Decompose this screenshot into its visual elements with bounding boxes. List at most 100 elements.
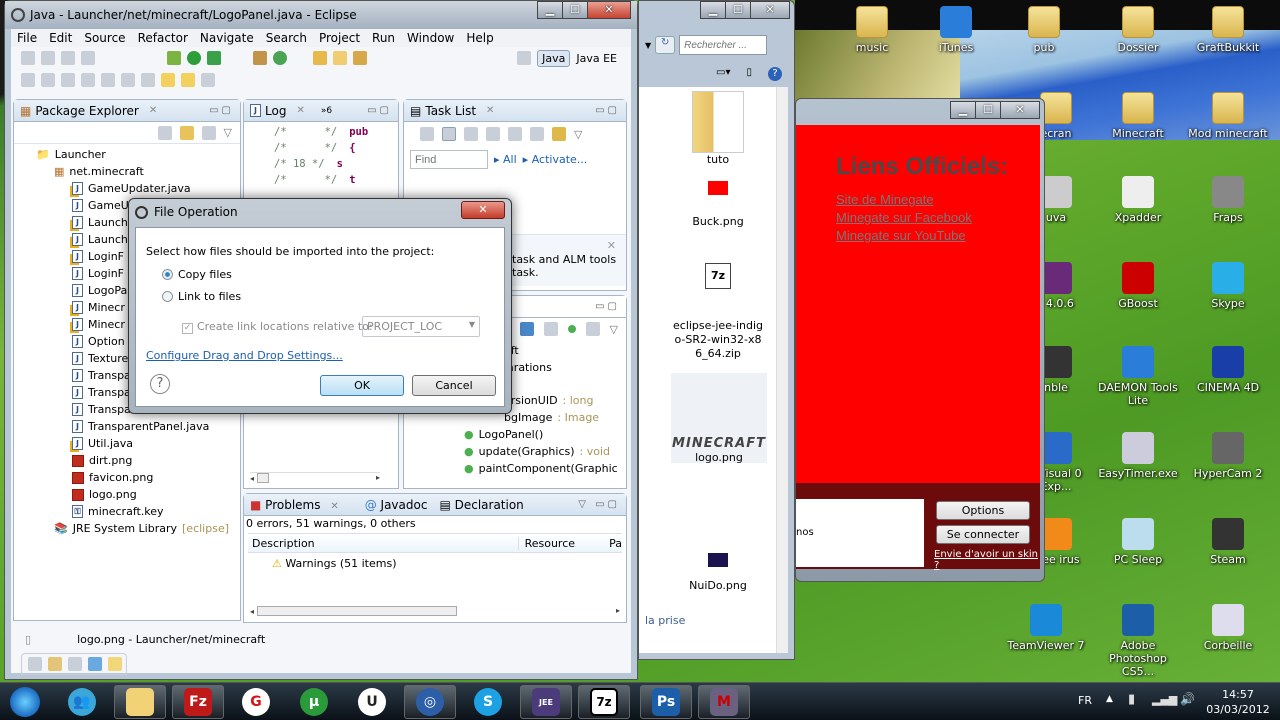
desktop-icon[interactable]: Corbeille [1188, 604, 1268, 652]
balloons-icon[interactable] [88, 657, 102, 671]
explorer-scrollbar[interactable] [776, 87, 788, 653]
chart-icon[interactable] [68, 657, 82, 671]
hide-fields-icon[interactable] [519, 322, 534, 336]
tree-jre-library[interactable]: 📚 JRE System Library [eclipse] [36, 520, 240, 537]
file-eclipse-zip[interactable]: 7z eclipse-jee-indigo-SR2-win32-x86_64.z… [673, 261, 763, 361]
dropdown-icon[interactable]: ▽ [574, 128, 582, 141]
power-icon[interactable]: ▮ [1128, 692, 1135, 707]
minmax-icon[interactable]: ▽ ▭▢ [578, 499, 620, 510]
minmax-icon[interactable]: ▭▢ [367, 105, 392, 116]
maximize-button[interactable]: ☐ [725, 1, 751, 19]
close-button[interactable]: ✕ [587, 1, 631, 19]
tab-javadoc[interactable]: @ Javadoc [365, 498, 428, 512]
close-tab-icon[interactable]: ✕ [149, 105, 157, 116]
scheduled-icon[interactable] [464, 127, 478, 141]
view-menu-icon[interactable] [201, 125, 216, 140]
hide-completed-icon[interactable] [486, 127, 500, 141]
relative-to-combo[interactable]: PROJECT_LOC ▼ [362, 316, 480, 337]
menu-navigate[interactable]: Navigate [194, 31, 260, 45]
tree-file[interactable]: favicon.png [36, 469, 240, 486]
taskbar-filezilla[interactable]: Fz [172, 685, 224, 719]
outline-item[interactable]: larations [504, 359, 626, 376]
link-with-editor-icon[interactable] [179, 125, 194, 140]
pilcrow-icon[interactable] [101, 73, 115, 87]
show-whitespace-icon[interactable] [81, 73, 95, 87]
cancel-button[interactable]: Cancel [412, 375, 496, 396]
tree-file[interactable]: ⚿ minecraft.key [36, 503, 240, 520]
desktop-icon[interactable]: Dossier [1098, 6, 1178, 54]
tab-declaration[interactable]: ▤ Declaration [439, 498, 523, 512]
configure-dnd-link[interactable]: Configure Drag and Drop Settings... [146, 349, 343, 362]
save-icon[interactable] [41, 51, 55, 65]
find-input[interactable] [410, 150, 488, 169]
menu-help[interactable]: Help [460, 31, 499, 45]
new-package-icon[interactable] [253, 51, 267, 65]
run-icon[interactable] [187, 51, 201, 65]
perspective-java-ee[interactable]: Java EE [576, 52, 617, 65]
options-button[interactable]: Options [936, 501, 1030, 520]
minmax-icon[interactable]: ▭▢ [595, 301, 620, 312]
start-button[interactable] [2, 685, 48, 719]
desktop-icon[interactable]: DAEMON Tools Lite [1098, 346, 1178, 407]
menu-file[interactable]: File [11, 31, 43, 45]
skin-link[interactable]: Envie d'avoir un skin ? [934, 549, 1040, 571]
taskbar-minecraft[interactable]: M [698, 685, 750, 719]
taskbar-app[interactable]: U [346, 685, 398, 719]
close-tab-icon[interactable]: ✕ [486, 105, 494, 116]
outline-item[interactable]: ersionUID: long [504, 392, 626, 409]
volume-icon[interactable]: 🔊 [1180, 692, 1195, 706]
last-edit-icon[interactable] [161, 73, 175, 87]
desktop-icon[interactable]: PC Sleep [1098, 518, 1178, 566]
tree-file[interactable]: dirt.png [36, 452, 240, 469]
outline-item[interactable]: ● LogoPanel() [464, 426, 626, 443]
open-folder-icon[interactable] [333, 51, 347, 65]
close-button[interactable]: ✕ [750, 1, 790, 19]
taskbar-utorrent[interactable]: µ [288, 685, 340, 719]
next-annotation-icon[interactable] [121, 73, 135, 87]
new-icon[interactable] [21, 51, 35, 65]
categorized-icon[interactable] [442, 127, 456, 141]
refresh-icon[interactable]: ↻ [655, 36, 676, 54]
close-icon[interactable]: ✕ [607, 239, 616, 252]
hide-nonpublic-icon[interactable] [567, 325, 576, 333]
desktop-icon[interactable]: Mod minecraft [1188, 92, 1268, 140]
minmax-icon[interactable]: ▭▢ [209, 105, 234, 116]
view-options-icon[interactable]: ▭▾ [716, 67, 730, 81]
radio-link-files[interactable]: Link to files [162, 290, 241, 303]
column-description[interactable]: Description [248, 536, 519, 550]
minmax-icon[interactable]: ▭▢ [595, 105, 620, 116]
taskbar-network[interactable]: ◎ [404, 685, 456, 719]
language-indicator[interactable]: FR [1078, 694, 1092, 707]
collapse-all-icon[interactable] [157, 125, 172, 140]
hide-static-icon[interactable] [543, 322, 558, 336]
taskbar-gboost[interactable]: G [230, 685, 282, 719]
desktop-icon[interactable]: Skype [1188, 262, 1268, 310]
problems-row[interactable]: ⚠ Warnings (51 items) [244, 553, 626, 570]
tree-project[interactable]: 📁 Launcher [36, 146, 240, 163]
file-nuido-png[interactable]: NuiDo.png [673, 553, 763, 593]
maximize-button[interactable]: ☐ [562, 1, 588, 19]
clock[interactable]: 14:57 03/03/2012 [1206, 687, 1270, 717]
desktop-icon[interactable]: HyperCam 2 [1188, 432, 1268, 480]
horizontal-scrollbar[interactable]: ◂ ▸ [250, 606, 620, 618]
link-youtube[interactable]: Minegate sur YouTube [836, 228, 966, 243]
forward-icon[interactable] [201, 73, 215, 87]
activate-link[interactable]: ▸ Activate... [523, 153, 588, 166]
external-tools-icon[interactable] [207, 51, 221, 65]
open-type-icon[interactable] [313, 51, 327, 65]
file-buck-png[interactable]: Buck.png [673, 181, 763, 229]
desktop-icon[interactable]: Fraps [1188, 176, 1268, 224]
dialog-close-button[interactable]: ✕ [461, 201, 505, 219]
desktop-icon[interactable]: EasyTimer.exe [1098, 432, 1178, 480]
menu-refactor[interactable]: Refactor [132, 31, 194, 45]
fast-view-icon[interactable] [28, 657, 42, 671]
desktop-icon[interactable]: GBoost [1098, 262, 1178, 310]
collapse-icon[interactable] [530, 127, 544, 141]
close-button[interactable]: ✕ [1000, 101, 1040, 119]
taskbar-photoshop[interactable]: Ps [640, 685, 692, 719]
desktop-icon[interactable]: Minecraft [1098, 92, 1178, 140]
tab-package-explorer[interactable]: ▦ Package Explorer ✕ ▭▢ [14, 100, 240, 122]
globe-icon[interactable] [48, 657, 62, 671]
tree-file[interactable]: J TransparentPanel.java [36, 418, 240, 435]
folder-tuto[interactable]: tuto [683, 91, 753, 167]
